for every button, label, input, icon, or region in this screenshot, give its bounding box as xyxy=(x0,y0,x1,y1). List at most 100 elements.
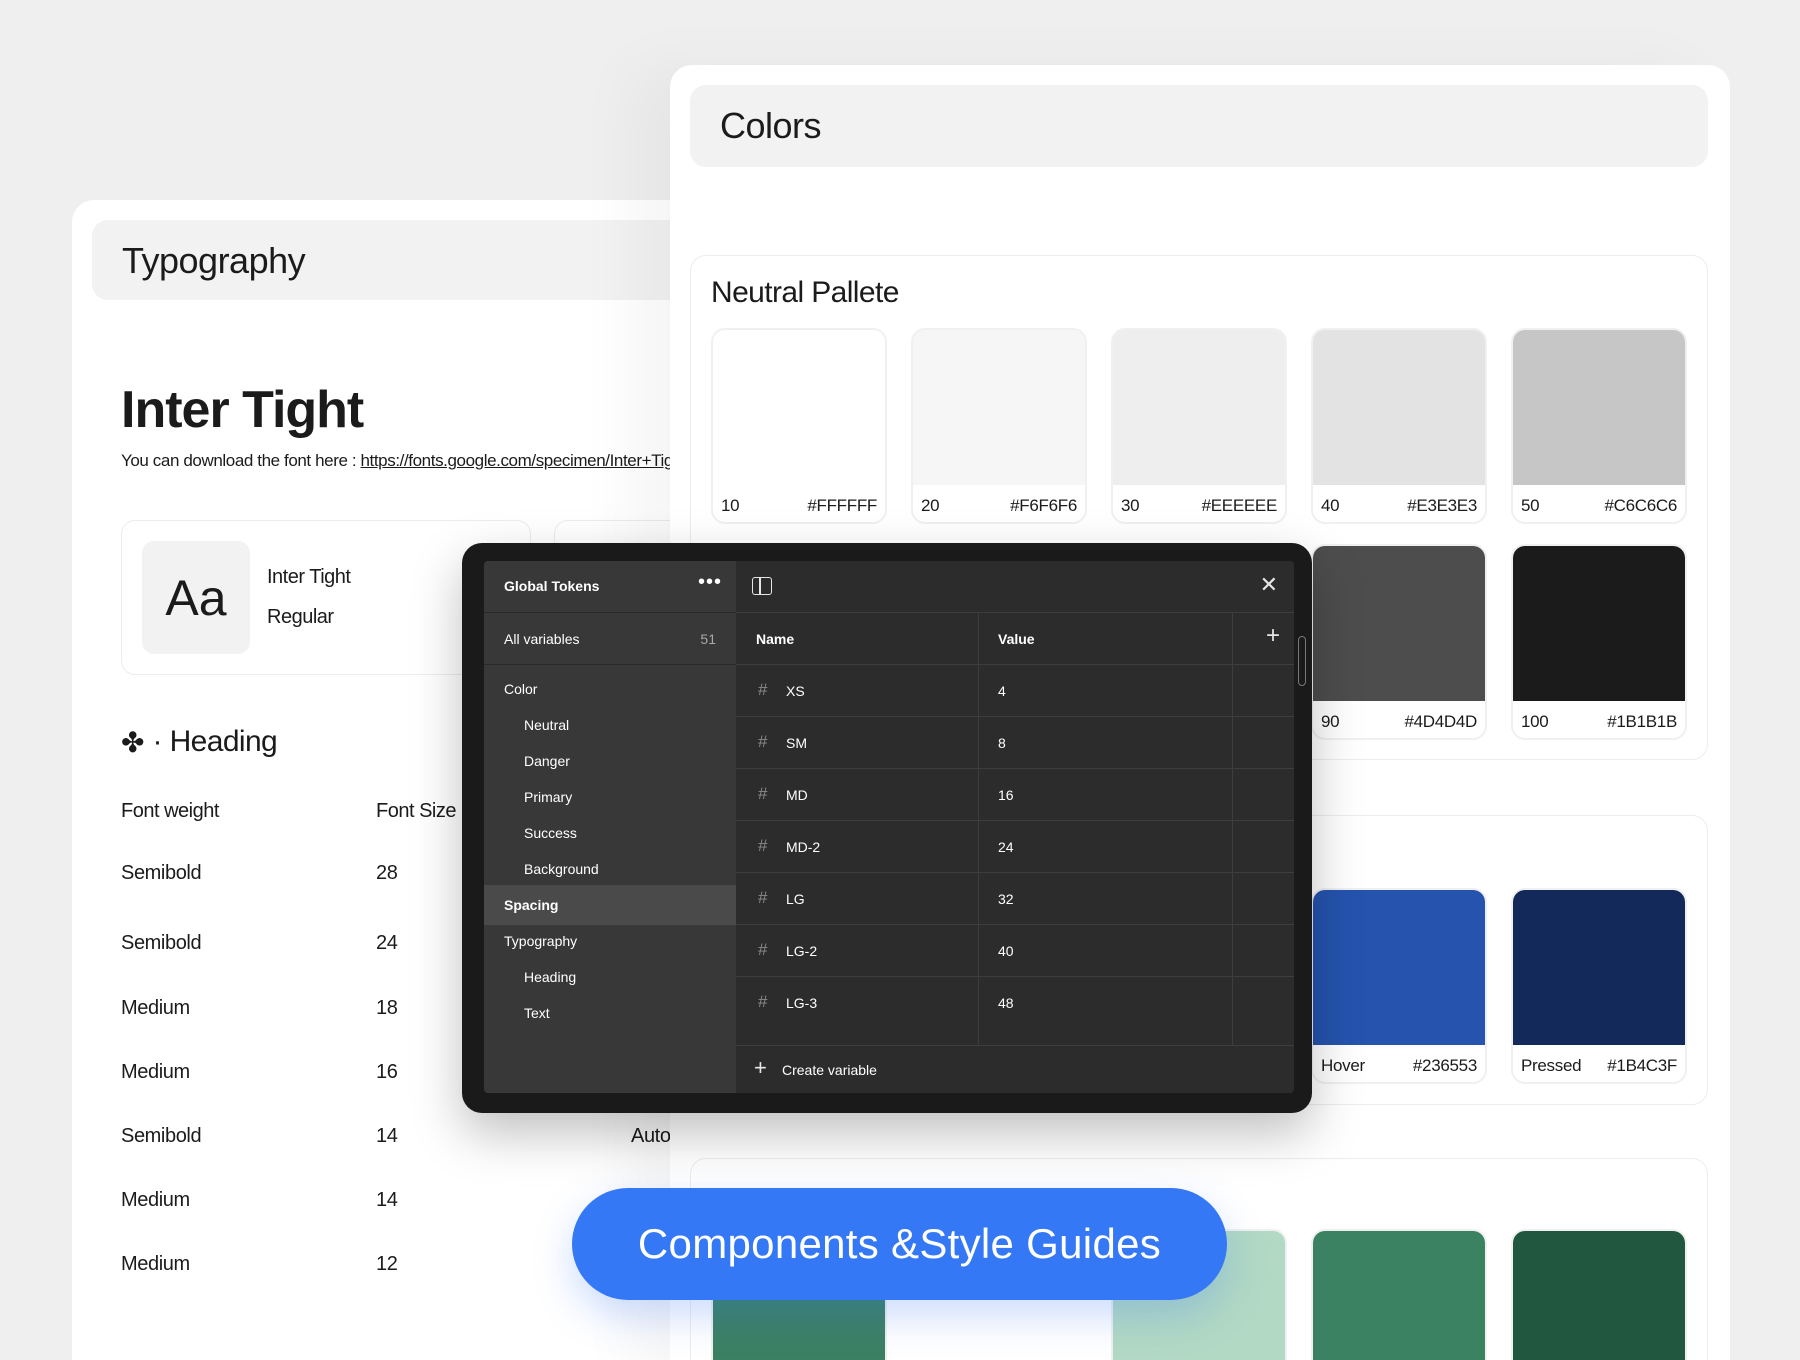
type-weight: Medium xyxy=(121,1253,190,1275)
group-spacing[interactable]: Spacing xyxy=(484,885,736,925)
type-weight: Semibold xyxy=(121,862,202,884)
group-success[interactable]: Success xyxy=(484,813,736,853)
swatch-fill xyxy=(913,330,1085,485)
all-variables-item[interactable]: All variables 51 xyxy=(484,613,736,665)
type-weight: Medium xyxy=(121,997,190,1019)
swatch-fill xyxy=(1313,1231,1485,1360)
group-label: Spacing xyxy=(504,897,559,913)
swatch-neutral-90[interactable]: 90 #4D4D4D xyxy=(1311,544,1487,740)
font-download-link[interactable]: https://fonts.google.com/specimen/Inter+… xyxy=(360,451,686,470)
font-sample-style: Regular xyxy=(267,606,334,628)
variable-row[interactable]: # LG 32 xyxy=(736,873,1294,925)
swatch-step: 40 xyxy=(1321,496,1340,515)
swatch-hex: #4D4D4D xyxy=(1404,712,1477,731)
type-size: 14 xyxy=(376,1189,398,1211)
type-size: 24 xyxy=(376,932,398,954)
swatch-neutral-100[interactable]: 100 #1B1B1B xyxy=(1511,544,1687,740)
swatch-hex: #E3E3E3 xyxy=(1407,496,1477,515)
swatch-step: 50 xyxy=(1521,496,1540,515)
heading-section-label: ✤ · Heading xyxy=(121,725,278,759)
swatch-hex: #1B1B1B xyxy=(1607,712,1677,731)
variable-name: LG xyxy=(786,891,805,907)
group-typography[interactable]: Typography xyxy=(484,921,736,961)
swatch-primary-hover[interactable]: Hover #236553 xyxy=(1311,888,1487,1084)
number-type-icon: # xyxy=(758,940,768,959)
variable-row[interactable]: # SM 8 xyxy=(736,717,1294,769)
number-type-icon: # xyxy=(758,888,768,907)
variables-dialog-inner: Global Tokens ••• All variables 51 Color… xyxy=(484,561,1294,1093)
swatch-neutral-40[interactable]: 40 #E3E3E3 xyxy=(1311,328,1487,524)
swatch-hex: #1B4C3F xyxy=(1607,1056,1677,1075)
create-variable-button[interactable]: + Create variable xyxy=(736,1045,1294,1093)
column-value: Value xyxy=(998,631,1035,647)
variable-value[interactable]: 32 xyxy=(998,891,1014,907)
group-text[interactable]: Text xyxy=(484,993,736,1033)
type-size: 14 xyxy=(376,1125,398,1147)
group-heading[interactable]: Heading xyxy=(484,957,736,997)
variable-value[interactable]: 24 xyxy=(998,839,1014,855)
type-weight: Semibold xyxy=(121,932,202,954)
swatch-step: Hover xyxy=(1321,1056,1365,1075)
swatch-neutral-20[interactable]: 20 #F6F6F6 xyxy=(911,328,1087,524)
variable-name: MD xyxy=(786,787,808,803)
type-size: 18 xyxy=(376,997,398,1019)
variable-row[interactable]: # LG-3 48 xyxy=(736,977,1294,1029)
colors-header: Colors xyxy=(690,85,1708,167)
type-weight: Medium xyxy=(121,1189,190,1211)
variables-table: ✕ Name Value + # XS 4 # SM 8 # MD 16 # M… xyxy=(736,561,1294,1093)
group-label: Color xyxy=(504,681,538,697)
swatch-fill xyxy=(1513,330,1685,485)
group-label: Neutral xyxy=(524,717,570,733)
swatch-step: 100 xyxy=(1521,712,1549,731)
type-size: 12 xyxy=(376,1253,398,1275)
collection-header[interactable]: Global Tokens ••• xyxy=(484,561,736,613)
variable-value[interactable]: 48 xyxy=(998,995,1014,1011)
colors-title: Colors xyxy=(720,105,822,146)
close-icon[interactable]: ✕ xyxy=(1260,574,1278,596)
swatch-neutral-50[interactable]: 50 #C6C6C6 xyxy=(1511,328,1687,524)
group-neutral[interactable]: Neutral xyxy=(484,705,736,745)
number-type-icon: # xyxy=(758,992,768,1011)
variable-row[interactable]: # MD-2 24 xyxy=(736,821,1294,873)
swatch-success-4[interactable] xyxy=(1511,1229,1687,1360)
swatch-neutral-30[interactable]: 30 #EEEEEE xyxy=(1111,328,1287,524)
scrollbar-thumb[interactable] xyxy=(1298,636,1306,686)
swatch-step: 10 xyxy=(721,496,740,515)
swatch-neutral-10[interactable]: 10 #FFFFFF xyxy=(711,328,887,524)
swatch-hex: #FFFFFF xyxy=(807,496,877,515)
sidebar-toggle-icon[interactable] xyxy=(752,577,772,595)
swatch-step: 90 xyxy=(1321,712,1340,731)
variable-value[interactable]: 4 xyxy=(998,683,1006,699)
variable-row[interactable]: # MD 16 xyxy=(736,769,1294,821)
group-background[interactable]: Background xyxy=(484,849,736,889)
variable-value[interactable]: 40 xyxy=(998,943,1014,959)
swatch-primary-pressed[interactable]: Pressed #1B4C3F xyxy=(1511,888,1687,1084)
swatch-success-3[interactable] xyxy=(1311,1229,1487,1360)
table-header: Name Value + xyxy=(736,613,1294,665)
create-variable-label: Create variable xyxy=(782,1062,877,1078)
variables-dialog: Global Tokens ••• All variables 51 Color… xyxy=(462,543,1312,1113)
group-danger[interactable]: Danger xyxy=(484,741,736,781)
group-primary[interactable]: Primary xyxy=(484,777,736,817)
font-glyph-tile: Aa xyxy=(142,541,250,654)
swatch-fill xyxy=(1513,546,1685,701)
swatch-fill xyxy=(713,330,885,485)
add-mode-icon[interactable]: + xyxy=(1266,624,1280,648)
swatch-fill xyxy=(1513,1231,1685,1360)
swatch-hex: #236553 xyxy=(1412,1056,1477,1075)
number-type-icon: # xyxy=(758,836,768,855)
swatch-hex: #C6C6C6 xyxy=(1604,496,1677,515)
variable-row[interactable]: # LG-2 40 xyxy=(736,925,1294,977)
group-label: Text xyxy=(524,1005,550,1021)
variable-row[interactable]: # XS 4 xyxy=(736,665,1294,717)
variable-value[interactable]: 16 xyxy=(998,787,1014,803)
more-options-icon[interactable]: ••• xyxy=(698,571,722,594)
swatch-fill xyxy=(1313,546,1485,701)
group-color[interactable]: Color xyxy=(484,669,736,709)
type-weight: Semibold xyxy=(121,1125,202,1147)
variable-value[interactable]: 8 xyxy=(998,735,1006,751)
typography-header: Typography xyxy=(92,220,752,300)
column-font-weight: Font weight xyxy=(121,800,219,822)
variable-name: XS xyxy=(786,683,805,699)
type-size: 28 xyxy=(376,862,398,884)
